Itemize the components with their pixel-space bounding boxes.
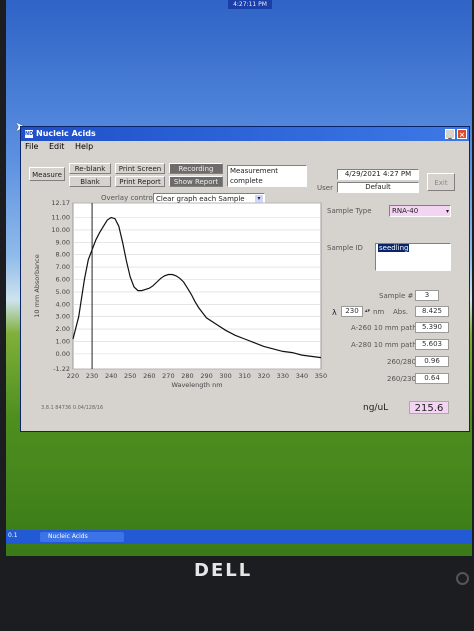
ratio-260-230-label: 260/230 (387, 375, 417, 383)
lambda-value: 230 (345, 307, 359, 315)
x-tick-label: 270 (162, 372, 174, 380)
show-report-button[interactable]: Show Report (169, 176, 223, 187)
recording-button[interactable]: Recording (169, 163, 223, 174)
sample-type-select[interactable]: RNA-40 ▾ (389, 205, 451, 217)
y-tick-label: 10.00 (51, 226, 70, 234)
ratio-260-280-label: 260/280 (387, 358, 417, 366)
x-tick-label: 320 (258, 372, 270, 380)
menu-help[interactable]: Help (75, 142, 93, 151)
user-field: Default (337, 182, 419, 193)
y-tick-label: 0.00 (56, 350, 70, 358)
sample-id-label: Sample ID (327, 244, 363, 252)
menu-edit[interactable]: Edit (49, 142, 65, 151)
y-tick-label: 6.00 (56, 275, 70, 283)
print-report-button[interactable]: Print Report (115, 176, 165, 187)
plot-area (72, 202, 322, 370)
x-tick-label: 330 (277, 372, 289, 380)
y-tick-label: 7.00 (56, 263, 70, 271)
lambda-label: λ (332, 308, 337, 317)
x-tick-label: 260 (143, 372, 155, 380)
nm-label: nm (373, 308, 385, 316)
version-text: 3.8.1 84736 0.04/128/16 (41, 405, 104, 411)
y-axis-label: 10 mm Absorbance (33, 254, 41, 317)
x-tick-label: 310 (238, 372, 250, 380)
x-tick-label: 350 (315, 372, 327, 380)
app-icon: ND (25, 129, 34, 138)
reblank-button[interactable]: Re-blank (69, 163, 111, 174)
lambda-stepper-icon[interactable]: ▴▾ (365, 308, 370, 314)
y-tick-label: 4.00 (56, 300, 70, 308)
menu-file[interactable]: File (25, 142, 38, 151)
exit-button[interactable]: Exit (427, 173, 455, 191)
x-tick-label: 290 (200, 372, 212, 380)
sample-number-label: Sample # (379, 292, 414, 300)
ratio-260-280-value: 0.96 (415, 356, 449, 367)
x-tick-label: 300 (219, 372, 231, 380)
x-tick-label: 240 (105, 372, 117, 380)
menu-bar: File Edit Help (21, 141, 469, 152)
sample-type-value: RNA-40 (392, 207, 419, 215)
a260-value: 5.390 (415, 322, 449, 333)
a280-label: A-280 10 mm path (351, 341, 417, 349)
minimize-icon[interactable]: _ (445, 129, 455, 139)
x-tick-label: 230 (86, 372, 98, 380)
datetime-field: 4/29/2021 4:27 PM (337, 169, 419, 180)
a280-value: 5.603 (415, 339, 449, 350)
chart-svg: 12.17 11.00 10.00 9.00 8.00 7.00 6.00 5.00 4.00 3… (33, 199, 327, 389)
sample-id-field[interactable]: seedling (375, 243, 451, 271)
title-bar[interactable]: ND Nucleic Acids _ × (21, 127, 469, 141)
chevron-down-icon[interactable]: ▾ (446, 207, 449, 217)
abs-label: Abs. (393, 308, 409, 316)
y-tick-label: 3.00 (56, 313, 70, 321)
sample-type-label: Sample Type (327, 207, 372, 215)
close-icon[interactable]: × (457, 129, 467, 139)
y-tick-label: 5.00 (56, 288, 70, 296)
y-tick-label: 2.00 (56, 325, 70, 333)
x-tick-label: 340 (296, 372, 308, 380)
x-tick-label: 280 (181, 372, 193, 380)
lambda-field[interactable]: 230 (341, 306, 363, 317)
power-icon[interactable] (456, 572, 469, 585)
y-tick-label: 11.00 (51, 214, 70, 222)
y-tick-label: 8.00 (56, 251, 70, 259)
measure-button[interactable]: Measure (29, 167, 65, 181)
y-tick-label: 1.00 (56, 337, 70, 345)
sample-id-value: seedling (378, 244, 410, 252)
nucleic-acids-window: ND Nucleic Acids _ × File Edit Help Measu… (20, 126, 470, 432)
concentration-value: 215.6 (409, 401, 449, 414)
x-axis-label: Wavelength nm (171, 381, 222, 389)
monitor-screen: 4:27:11 PM ➤ NDNucleic Acids _ × File Ed… (6, 0, 472, 556)
status-field: Measurement complete (227, 165, 307, 187)
window-title: Nucleic Acids (36, 129, 96, 138)
y-tick-label: 9.00 (56, 238, 70, 246)
abs-value: 8.425 (415, 306, 449, 317)
a260-label: A-260 10 mm path (351, 324, 417, 332)
taskbar-item-nucleic-acids[interactable]: Nucleic Acids (40, 532, 124, 542)
x-tick-label: 220 (67, 372, 79, 380)
sample-number-field[interactable]: 3 (415, 290, 439, 301)
absorbance-chart: 12.17 11.00 10.00 9.00 8.00 7.00 6.00 5.00 4.00 3… (29, 197, 329, 397)
taskbar: 0.1 Nucleic Acids (6, 530, 472, 544)
concentration-label: ng/uL (363, 403, 389, 413)
top-clock: 4:27:11 PM (228, 0, 272, 9)
y-tick-label: 12.17 (51, 199, 70, 207)
x-tick-label: 250 (124, 372, 136, 380)
print-screen-button[interactable]: Print Screen (115, 163, 165, 174)
blank-button[interactable]: Blank (69, 176, 111, 187)
ratio-260-230-value: 0.64 (415, 373, 449, 384)
taskbar-left-text: 0.1 (8, 532, 18, 539)
user-label: User (317, 184, 333, 192)
dell-logo: DELL (194, 560, 253, 581)
